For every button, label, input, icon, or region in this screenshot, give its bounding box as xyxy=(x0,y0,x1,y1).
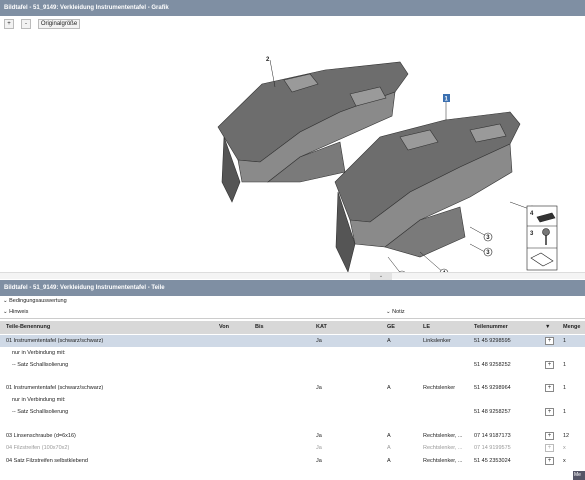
cell-name: 04 Filzstreifen (100x70x2) xyxy=(6,445,70,451)
zoom-in-button[interactable]: + xyxy=(4,19,14,29)
cell-menge: 1 xyxy=(563,409,567,415)
cell-ge: A xyxy=(387,385,391,391)
callout-2: 2 xyxy=(266,57,270,63)
cell-le: Rechtslenker, ... xyxy=(423,445,463,451)
table-row[interactable]: -- Satz Schallisolierung 51 48 9258252 1 + xyxy=(0,359,585,371)
cell-ge: A xyxy=(387,445,391,451)
col-header-teilenummer[interactable]: Teilenummer xyxy=(474,321,542,334)
more-button[interactable]: Me xyxy=(573,471,585,480)
bedingungsauswertung-label: Bedingungsauswertung xyxy=(9,298,67,304)
cell-kat: Ja xyxy=(316,385,322,391)
col-header-von[interactable]: Von xyxy=(219,321,249,334)
col-header-kat[interactable]: KAT xyxy=(316,321,356,334)
notiz-toggle[interactable]: ⌄ Notiz xyxy=(386,307,405,318)
cell-ge: A xyxy=(387,338,391,344)
cell-teil: 07 14 9187173 xyxy=(474,433,511,439)
cell-le: Rechtslenker, ... xyxy=(423,433,463,439)
cell-name: nur in Verbindung mit: xyxy=(12,397,66,403)
cell-teil: 51 48 9258252 xyxy=(474,362,511,368)
table-row[interactable]: nur in Verbindung mit: xyxy=(0,347,585,359)
original-size-button[interactable]: Originalgröße xyxy=(38,19,80,29)
table-row[interactable]: 01 Instrumententafel (schwarz/schwarz) Ja… xyxy=(0,382,585,394)
cell-ge: A xyxy=(387,433,391,439)
cell-menge: 1 xyxy=(563,338,567,344)
notiz-label: Notiz xyxy=(392,309,405,315)
parts-diagram: 2 1 3 3 4 3 3 4 3 xyxy=(217,57,558,272)
cell-name: 04 Satz Filzstreifen selbstklebend xyxy=(6,458,88,464)
cell-teil: 51 45 9298595 xyxy=(474,338,511,344)
panel-splitter[interactable]: ⌄ xyxy=(0,272,585,280)
table-row[interactable]: -- Satz Schallisolierung 51 48 9258257 1 + xyxy=(0,406,585,418)
table-row[interactable]: 04 Satz Filzstreifen selbstklebend Ja A Rec… xyxy=(0,455,585,467)
collapse-handle-icon[interactable]: ⌄ xyxy=(370,273,392,280)
hinweis-toggle[interactable]: ⌄ Hinweis xyxy=(0,307,585,318)
cell-le: Rechtslenker xyxy=(423,385,456,391)
cell-teil: 51 48 9258257 xyxy=(474,409,511,415)
add-to-cart-icon[interactable]: + xyxy=(545,444,554,452)
cell-name: 03 Linsenschraube (d=6x16) xyxy=(6,433,76,439)
cell-kat: Ja xyxy=(316,445,322,451)
table-row[interactable]: 01 Instrumententafel (schwarz/schwarz) Ja… xyxy=(0,335,585,347)
cell-menge: x xyxy=(563,445,566,451)
bedingungsauswertung-toggle[interactable]: ⌄ Bedingungsauswertung xyxy=(0,296,585,307)
sort-arrow-icon[interactable]: ▼ xyxy=(545,321,557,334)
cell-le: Rechtslenker, ... xyxy=(423,458,463,464)
col-header-bis[interactable]: Bis xyxy=(255,321,285,334)
cell-name: -- Satz Schallisolierung xyxy=(12,409,69,415)
col-header-menge[interactable]: Menge xyxy=(563,321,585,334)
add-to-cart-icon[interactable]: + xyxy=(545,432,554,440)
cell-teil: 51 45 9298964 xyxy=(474,385,511,391)
cell-teil: 07 14 9199575 xyxy=(474,445,511,451)
graphic-toolbar: + - Originalgröße xyxy=(0,17,585,32)
add-to-cart-icon[interactable]: + xyxy=(545,384,554,392)
graphic-panel-title: Bildtafel - 51_9149: Verkleidung Instrum… xyxy=(0,0,585,16)
col-header-le[interactable]: LE xyxy=(423,321,471,334)
table-row[interactable]: nur in Verbindung mit: xyxy=(0,394,585,406)
zoom-out-button[interactable]: - xyxy=(21,19,31,29)
add-to-cart-icon[interactable]: + xyxy=(545,337,554,345)
cell-name: -- Satz Schallisolierung xyxy=(12,362,69,368)
cell-menge: 1 xyxy=(563,385,567,391)
screw-head-icon xyxy=(542,228,550,236)
cell-le: Linkslenker xyxy=(423,338,451,344)
add-to-cart-icon[interactable]: + xyxy=(545,457,554,465)
dashboard-illustration-main xyxy=(334,111,521,272)
cell-teil: 51 45 2353024 xyxy=(474,458,511,464)
cell-menge: x xyxy=(563,458,566,464)
parts-panel-title: Bildtafel - 51_9149: Verkleidung Instrum… xyxy=(0,280,585,296)
col-header-ge[interactable]: GE xyxy=(387,321,417,334)
cell-ge: A xyxy=(387,458,391,464)
table-header: Teile-Benennung Von Bis KAT GE LE Teilen… xyxy=(0,321,585,334)
add-to-cart-icon[interactable]: + xyxy=(545,361,554,369)
cell-kat: Ja xyxy=(316,338,322,344)
cell-menge: 1 xyxy=(563,362,567,368)
hinweis-label: Hinweis xyxy=(9,309,29,315)
cell-name: 01 Instrumententafel (schwarz/schwarz) xyxy=(6,385,104,391)
col-header-name[interactable]: Teile-Benennung xyxy=(6,321,216,334)
cell-menge: 12 xyxy=(563,433,570,439)
cell-name: 01 Instrumententafel (schwarz/schwarz) xyxy=(6,338,104,344)
parts-legend: 4 3 xyxy=(526,205,558,271)
divider xyxy=(0,318,585,319)
cell-kat: Ja xyxy=(316,433,322,439)
cell-name: nur in Verbindung mit: xyxy=(12,350,66,356)
table-row[interactable]: 04 Filzstreifen (100x70x2) Ja A Rechtslenke… xyxy=(0,442,585,454)
add-to-cart-icon[interactable]: + xyxy=(545,408,554,416)
table-row[interactable]: 03 Linsenschraube (d=6x16) Ja A Rechtslenke… xyxy=(0,430,585,442)
cell-kat: Ja xyxy=(316,458,322,464)
